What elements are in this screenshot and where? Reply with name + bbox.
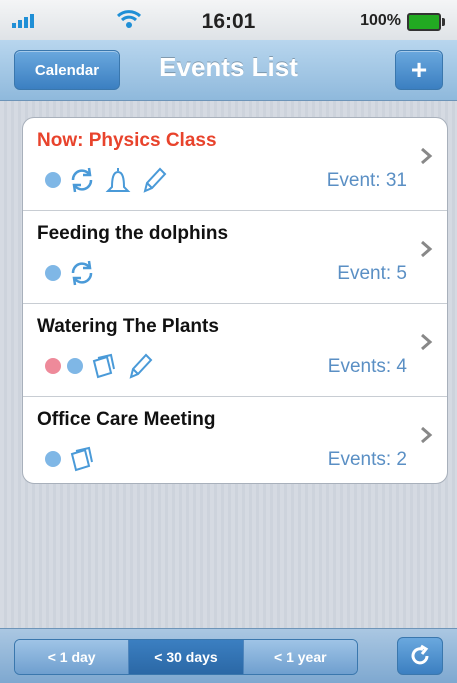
event-row[interactable]: Feeding the dolphins Event: 5 <box>23 211 447 304</box>
repeat-icon <box>71 167 93 193</box>
event-row[interactable]: Office Care Meeting Events: 2 <box>23 397 447 483</box>
repeat-icon <box>71 260 93 286</box>
chevron-right-icon <box>421 240 433 258</box>
bottom-toolbar: < 1 day < 30 days < 1 year <box>0 628 457 683</box>
blue-dot-icon <box>45 172 61 188</box>
chevron-right-icon <box>421 147 433 165</box>
event-row[interactable]: Watering The Plants Events: 4 <box>23 304 447 397</box>
segment-1-day[interactable]: < 1 day <box>15 640 130 674</box>
pink-dot-icon <box>45 358 61 374</box>
event-title: Office Care Meeting <box>37 409 216 430</box>
segment-1-year[interactable]: < 1 year <box>243 640 357 674</box>
chevron-right-icon <box>421 333 433 351</box>
event-count: Event: 5 <box>337 263 407 284</box>
events-list: Now: Physics Class Event: 31 Feeding the… <box>22 117 448 484</box>
status-bar: 16:01 100% <box>0 0 457 40</box>
event-count: Events: 2 <box>327 449 407 470</box>
event-title: Now: Physics Class <box>37 130 217 151</box>
battery-icon <box>407 13 445 31</box>
events-content: Now: Physics Class Event: 31 Feeding the… <box>0 101 457 628</box>
event-count: Events: 4 <box>327 356 407 377</box>
event-title: Watering The Plants <box>37 316 219 337</box>
event-icons <box>45 257 97 289</box>
segment-30-days[interactable]: < 30 days <box>129 640 244 674</box>
event-count: Event: 31 <box>326 170 407 191</box>
event-icons <box>45 164 169 196</box>
blue-dot-icon <box>45 451 61 467</box>
page-title: Events List <box>159 52 298 82</box>
refresh-icon <box>411 644 429 665</box>
refresh-button[interactable] <box>397 637 443 675</box>
notes-icon <box>70 446 93 472</box>
add-event-button[interactable]: + <box>395 50 443 90</box>
range-segmented-control: < 1 day < 30 days < 1 year <box>14 639 358 675</box>
event-icons <box>45 350 155 382</box>
navigation-bar: Calendar Events List + <box>0 40 457 101</box>
blue-dot-icon <box>45 265 61 281</box>
calendar-button[interactable]: Calendar <box>14 50 120 90</box>
pencil-icon <box>143 167 167 193</box>
event-icons <box>45 443 97 475</box>
event-row[interactable]: Now: Physics Class Event: 31 <box>23 118 447 211</box>
bell-icon <box>105 168 131 192</box>
pencil-icon <box>129 353 153 379</box>
battery-percent: 100% <box>360 12 401 29</box>
chevron-right-icon <box>421 426 433 444</box>
notes-icon <box>92 353 115 379</box>
event-title: Feeding the dolphins <box>37 223 229 244</box>
blue-dot-icon <box>67 358 83 374</box>
